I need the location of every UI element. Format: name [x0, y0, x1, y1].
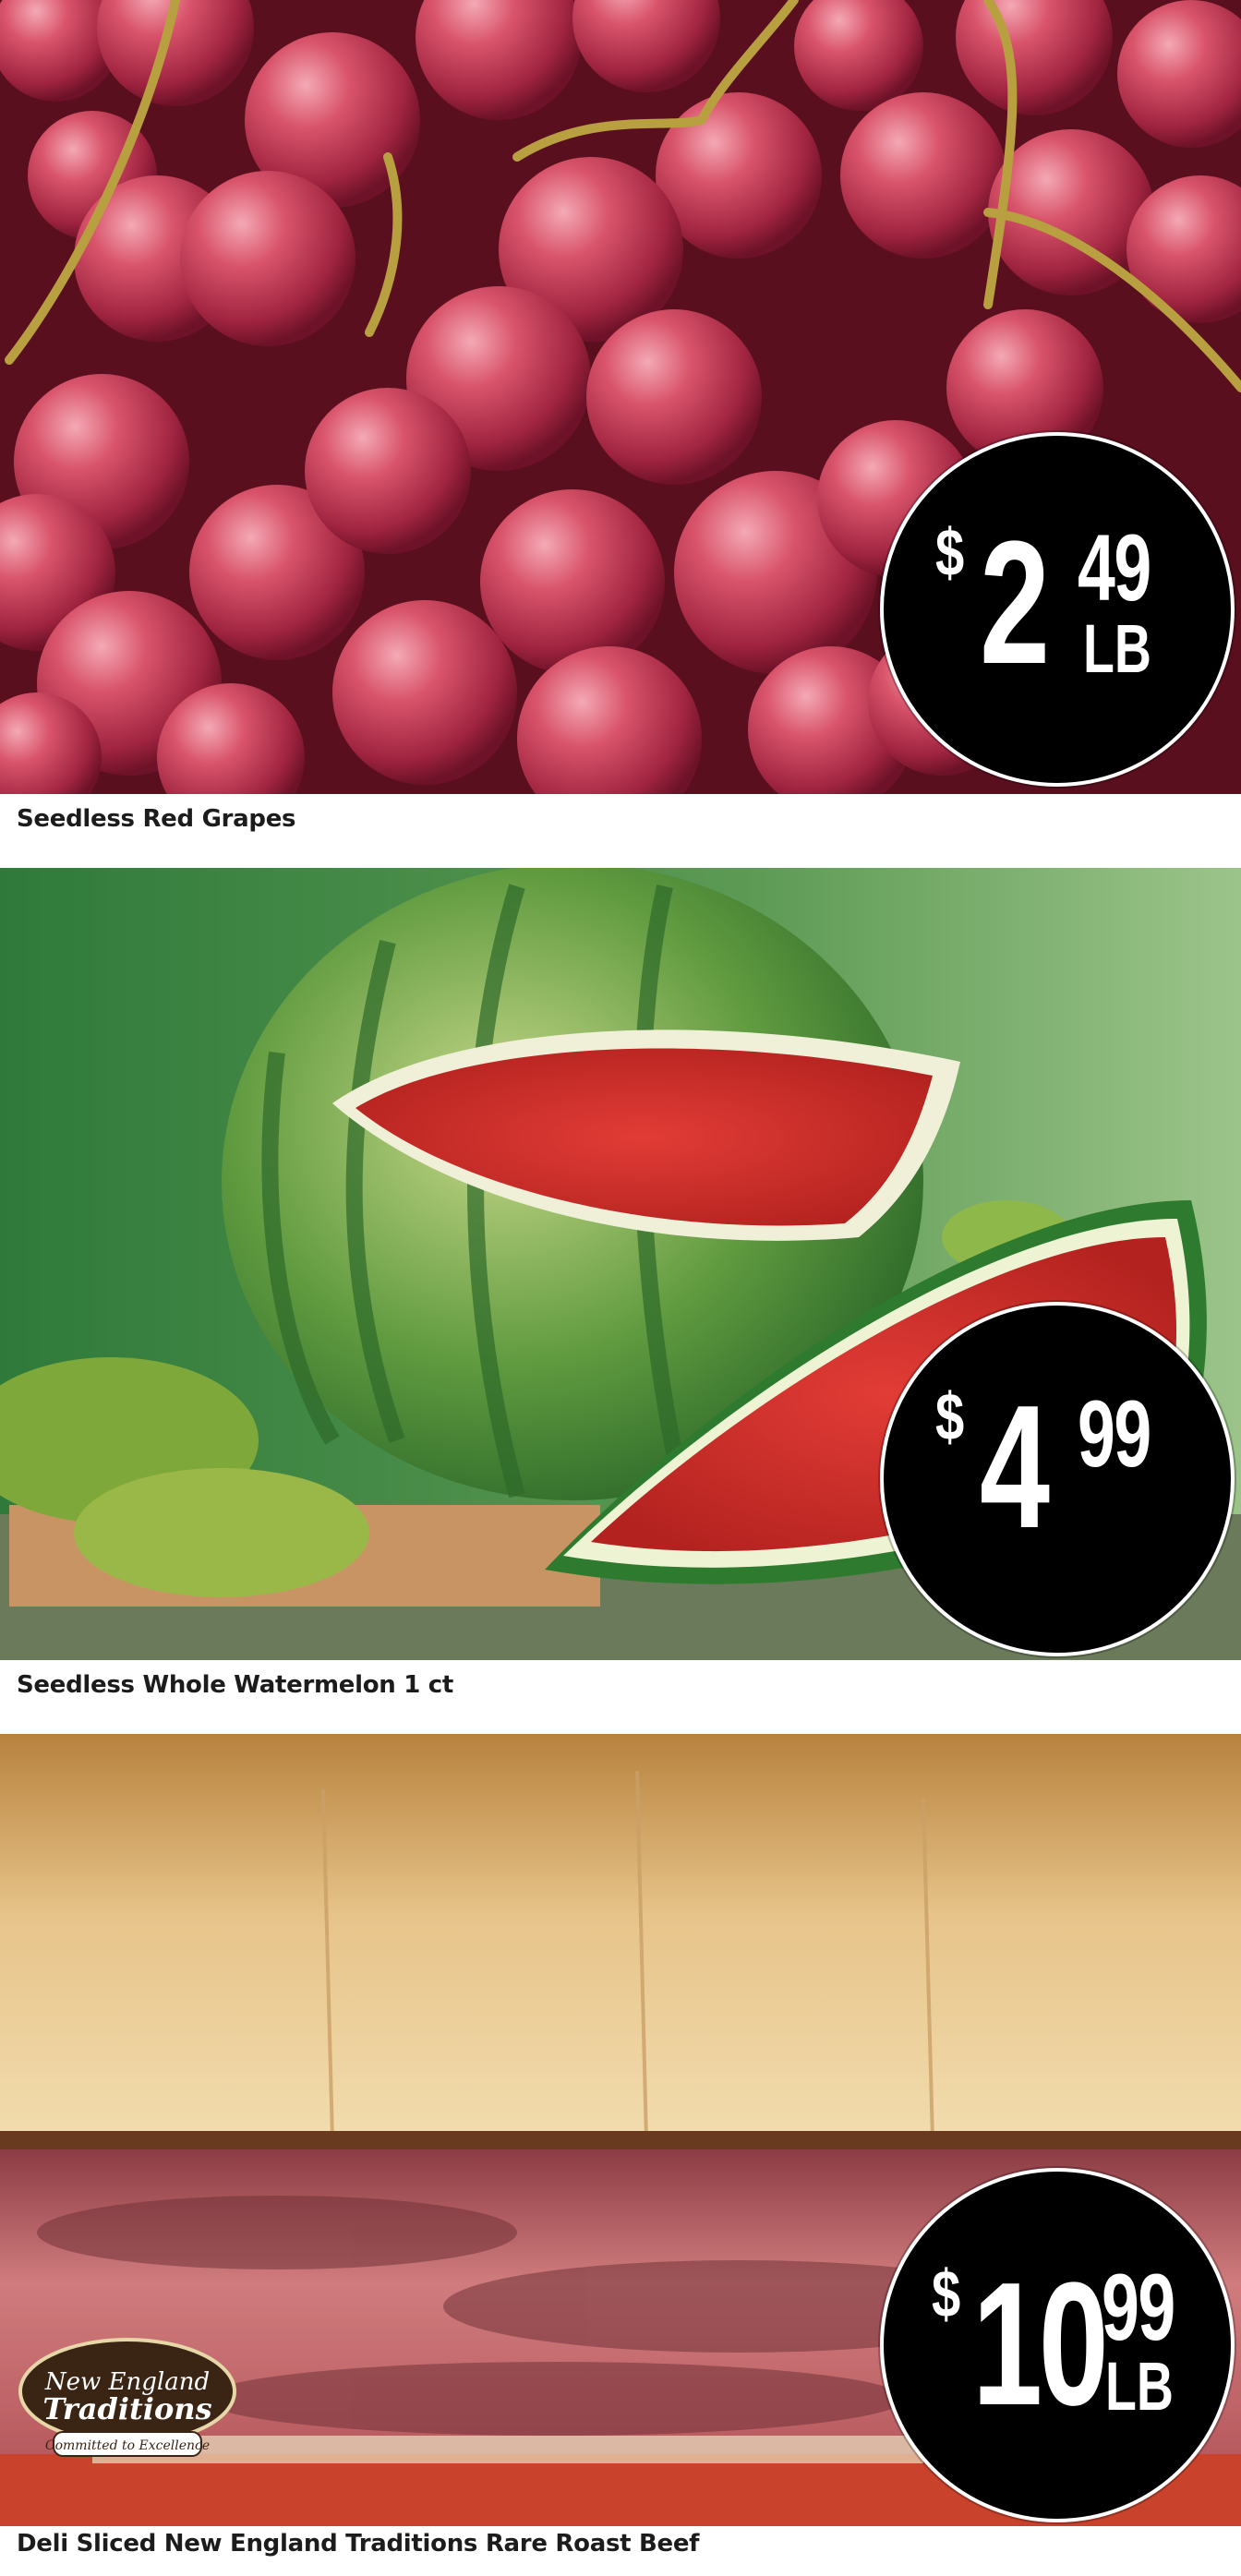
- new-england-traditions-logo: New England Traditions Committed to Exce…: [17, 2336, 238, 2465]
- price-whole: 10: [972, 2246, 1109, 2442]
- price-cents: 99: [1078, 1381, 1151, 1487]
- price-cents: 49: [1078, 515, 1151, 620]
- price-badge: $ 10 99 LB: [880, 2168, 1235, 2522]
- price-unit: LB: [1105, 2348, 1174, 2425]
- price-dollar-sign: $: [935, 516, 965, 590]
- product-name[interactable]: Seedless Red Grapes: [17, 805, 296, 833]
- product-card-roast-beef[interactable]: New England Traditions Committed to Exce…: [0, 1734, 1241, 2576]
- price-whole: 2: [980, 505, 1050, 701]
- price-cents: 99: [1102, 2255, 1175, 2360]
- price-dollar-sign: $: [935, 1380, 965, 1454]
- price-dollar-sign: $: [932, 2257, 961, 2331]
- product-card-watermelon[interactable]: $ 4 99 Seedless Whole Watermelon 1 ct: [0, 868, 1241, 1734]
- logo-tagline: Committed to Excellence: [45, 2438, 210, 2453]
- price-whole: 4: [980, 1369, 1050, 1565]
- product-name[interactable]: Seedless Whole Watermelon 1 ct: [17, 1671, 453, 1699]
- product-card-grapes[interactable]: $ 2 49 LB Seedless Red Grapes: [0, 0, 1241, 868]
- product-name[interactable]: Deli Sliced New England Traditions Rare …: [17, 2530, 700, 2558]
- logo-line2: Traditions: [42, 2391, 211, 2426]
- price-badge: $ 4 99: [880, 1302, 1235, 1656]
- price-badge: $ 2 49 LB: [880, 432, 1235, 787]
- price-unit: LB: [1083, 610, 1151, 687]
